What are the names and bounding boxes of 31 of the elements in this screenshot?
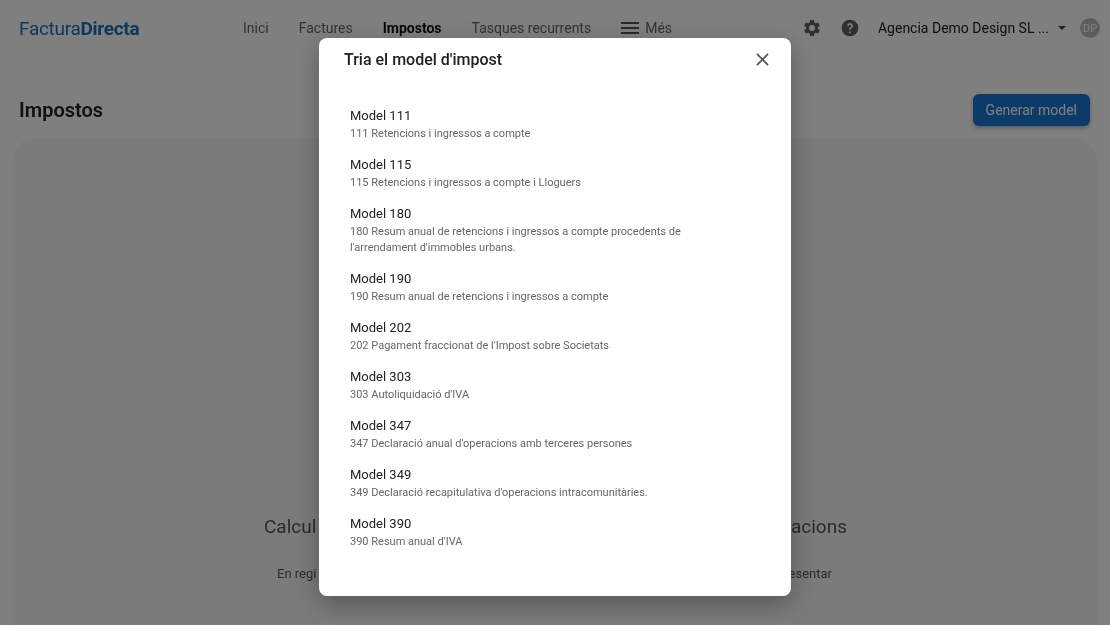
model-description: 347 Declaració anual d'operacions amb terceres persones [350,436,634,452]
model-name[interactable]: Model 115 [350,156,771,174]
model-name[interactable]: Model 190 [350,270,771,288]
menu-icon [621,22,640,34]
close-icon[interactable] [756,53,769,66]
model-description: 111 Retencions i ingressos a compte [350,126,532,142]
card-heading: Calcul [264,515,317,538]
help-icon[interactable] [839,18,860,38]
model-description: 115 Retencions i ingressos a compte i Lloguers [350,175,582,191]
caret-icon [1058,26,1066,30]
model-description: 390 Resum anual d'IVA [350,534,464,550]
card-heading: acions [790,515,847,538]
model-name[interactable]: Model 303 [350,368,771,386]
model-description: 202 Pagament fraccionat de l'Impost sobre Societats [350,338,611,354]
model-description: 190 Resum anual de retencions i ingressos a compte [350,289,610,305]
model-description: 303 Autoliquidació d'IVA [350,387,471,403]
model-name[interactable]: Model 347 [350,417,771,435]
model-name[interactable]: Model 111 [350,107,771,125]
card-text: En regi [277,566,317,581]
dialog-title: Tria el model d'impost [344,50,503,69]
nav-tab[interactable]: Impostos [382,20,442,36]
model-description: 180 Resum anual de retencions i ingressos a compte procedents de l'arrendament d'immobles urbans. [350,224,682,256]
page-title: Impostos [19,98,104,122]
company-selector[interactable]: Agencia Demo Design SL ... [877,20,1049,36]
model-name[interactable]: Model 349 [350,466,771,484]
model-description: 349 Declaració recapitulativa d'operacions intracomunitàries. [350,485,649,501]
settings-icon[interactable] [801,18,822,38]
model-name[interactable]: Model 390 [350,515,771,533]
card-text: esentar [788,566,832,581]
model-name[interactable]: Model 180 [350,205,771,223]
model-name[interactable]: Model 202 [350,319,771,337]
